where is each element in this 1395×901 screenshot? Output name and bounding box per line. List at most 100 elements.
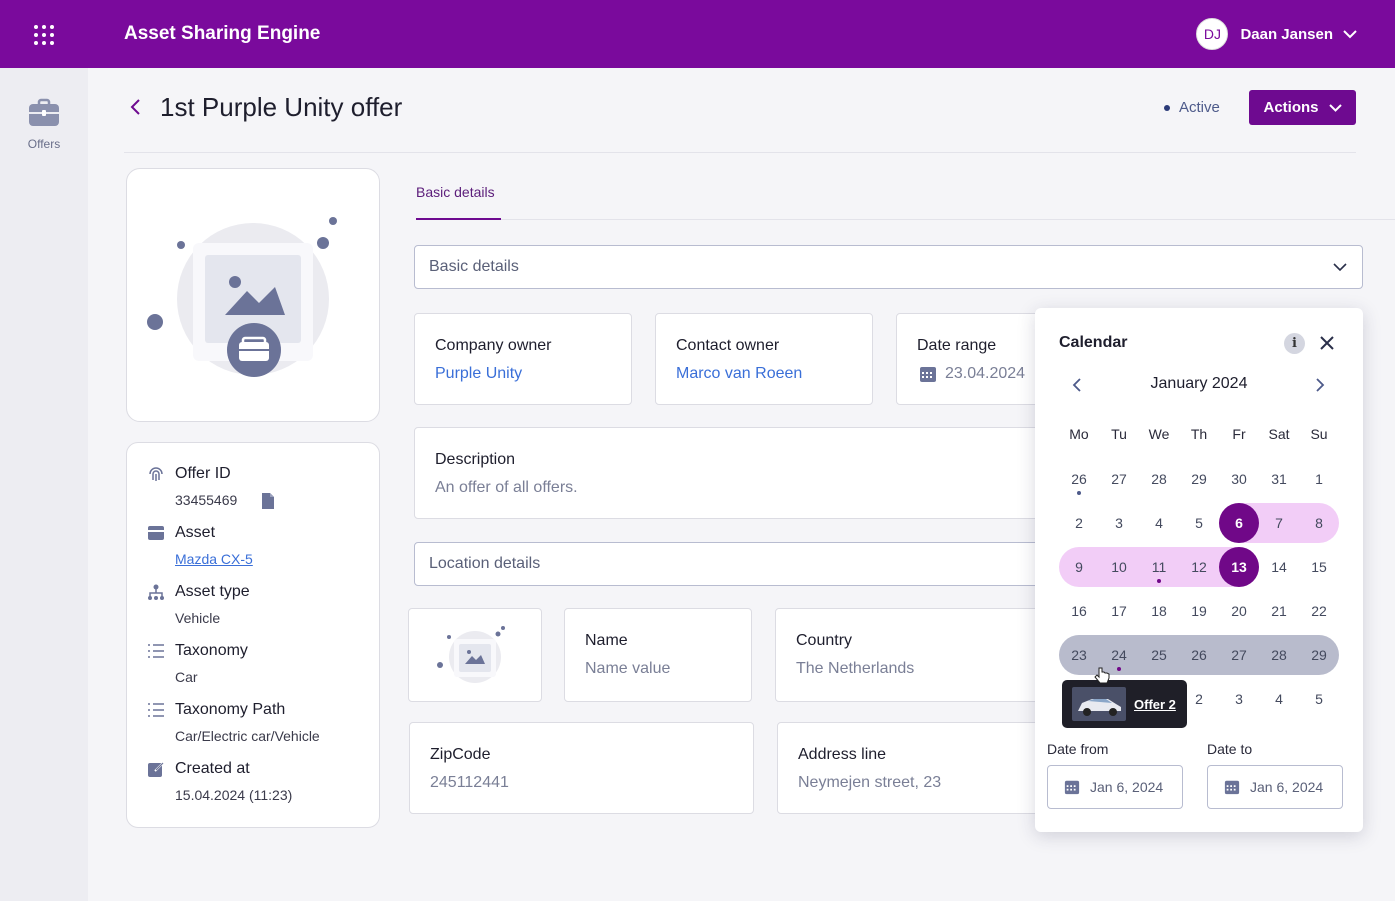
offer-image-placeholder-icon (147, 217, 337, 377)
calendar-day[interactable]: 18 (1139, 591, 1179, 631)
chevron-left-icon[interactable] (1071, 377, 1083, 393)
calendar-day-label: 9 (1075, 559, 1083, 575)
calendar-day[interactable]: 29 (1179, 459, 1219, 499)
basic-details-accordion-label: Basic details (429, 258, 519, 275)
asset-link[interactable]: Mazda CX-5 (175, 551, 253, 567)
date-to-field[interactable]: Jan 6, 2024 (1207, 765, 1343, 809)
calendar-day-label: 16 (1071, 603, 1087, 619)
calendar-title: Calendar (1059, 334, 1128, 351)
actions-button[interactable]: Actions (1249, 90, 1356, 125)
date-range-label: Date range (917, 337, 997, 354)
calendar-day[interactable]: 11 (1139, 547, 1179, 587)
calendar-day-label: 3 (1235, 691, 1243, 707)
chevron-down-icon (1343, 29, 1357, 38)
calendar-day-label: 26 (1071, 471, 1087, 487)
weekday-label: Tu (1111, 426, 1127, 442)
zipcode-label: ZipCode (430, 746, 491, 763)
calendar-day[interactable]: 26 (1059, 459, 1099, 499)
list-icon (148, 703, 164, 717)
company-owner-card: Company owner Purple Unity (414, 313, 632, 405)
calendar-day-label: 15 (1311, 559, 1327, 575)
calendar-day[interactable]: 15 (1299, 547, 1339, 587)
user-menu[interactable]: DJ Daan Jansen (1196, 18, 1357, 50)
taxonomy-value: Car (175, 669, 198, 685)
address-value: Neymejen street, 23 (798, 774, 942, 791)
calendar-day[interactable]: 7 (1259, 503, 1299, 543)
calendar-day[interactable]: 2 (1059, 503, 1099, 543)
country-value: The Netherlands (796, 660, 915, 677)
basic-details-accordion[interactable]: Basic details (414, 245, 1363, 289)
calendar-day-label: 30 (1231, 471, 1247, 487)
calendar-day[interactable]: 26 (1179, 635, 1219, 675)
calendar-day[interactable]: 10 (1099, 547, 1139, 587)
info-icon[interactable]: i (1284, 333, 1305, 354)
calendar-day[interactable]: 6 (1219, 503, 1259, 543)
asset-label: Asset (175, 524, 216, 541)
calendar-day[interactable]: 27 (1099, 459, 1139, 499)
calendar-day[interactable]: 9 (1059, 547, 1099, 587)
calendar-day[interactable]: 13 (1219, 547, 1259, 587)
date-from-field[interactable]: Jan 6, 2024 (1047, 765, 1183, 809)
calendar-day[interactable]: 5 (1299, 679, 1339, 719)
calendar-day[interactable]: 29 (1299, 635, 1339, 675)
sidebar-item-label: Offers (27, 137, 61, 151)
calendar-day[interactable]: 8 (1299, 503, 1339, 543)
calendar-day[interactable]: 4 (1259, 679, 1299, 719)
calendar-day[interactable]: 25 (1139, 635, 1179, 675)
calendar-day[interactable]: 21 (1259, 591, 1299, 631)
location-name-label: Name (585, 632, 628, 649)
tab-basic-details[interactable]: Basic details (416, 184, 495, 200)
calendar-day[interactable]: 3 (1219, 679, 1259, 719)
calendar-day[interactable]: 22 (1299, 591, 1339, 631)
calendar-day[interactable]: 3 (1099, 503, 1139, 543)
page-title: 1st Purple Unity offer (160, 92, 403, 122)
created-at-value: 15.04.2024 (11:23) (175, 787, 293, 803)
contact-owner-link[interactable]: Marco van Roeen (676, 365, 802, 383)
calendar-day[interactable]: 23 (1059, 635, 1099, 675)
description-label: Description (435, 451, 516, 468)
calendar-day[interactable]: 1 (1299, 459, 1339, 499)
calendar-day-label: 23 (1071, 647, 1087, 663)
list-icon (148, 644, 164, 658)
calendar-day-label: 12 (1191, 559, 1207, 575)
calendar-day[interactable]: 30 (1219, 459, 1259, 499)
date-to-label: Date to (1207, 741, 1253, 757)
calendar-day[interactable]: 14 (1259, 547, 1299, 587)
location-details-accordion[interactable]: Location details (414, 542, 1054, 586)
asset-icon (148, 526, 164, 540)
calendar-day-label: 21 (1271, 603, 1287, 619)
calendar-day[interactable]: 19 (1179, 591, 1219, 631)
company-owner-label: Company owner (435, 337, 552, 354)
calendar-day[interactable]: 17 (1099, 591, 1139, 631)
sidebar-item-offers[interactable]: Offers (0, 98, 88, 151)
contact-owner-card: Contact owner Marco van Roeen (655, 313, 873, 405)
chevron-down-icon (1328, 103, 1342, 112)
close-icon[interactable] (1318, 334, 1336, 352)
event-dot-icon (1077, 491, 1081, 495)
calendar-day[interactable]: 20 (1219, 591, 1259, 631)
date-range-card[interactable]: Date range 23.04.2024 (896, 313, 1056, 405)
calendar-day[interactable]: 5 (1179, 503, 1219, 543)
calendar-day[interactable]: 28 (1139, 459, 1179, 499)
location-name-value: Name value (585, 660, 671, 677)
weekday-label: We (1148, 426, 1170, 442)
user-name: Daan Jansen (1240, 25, 1333, 43)
calendar-day[interactable]: 27 (1219, 635, 1259, 675)
calendar-day[interactable]: 4 (1139, 503, 1179, 543)
calendar-day[interactable]: 28 (1259, 635, 1299, 675)
copy-icon[interactable] (260, 491, 276, 511)
company-owner-link[interactable]: Purple Unity (435, 365, 522, 383)
calendar-day-label: 5 (1315, 691, 1323, 707)
offer-tooltip[interactable]: Offer 2 (1062, 680, 1187, 728)
chevron-right-icon[interactable] (1314, 377, 1326, 393)
calendar-day[interactable]: 12 (1179, 547, 1219, 587)
country-card: Country The Netherlands (775, 608, 1054, 702)
top-bar: Asset Sharing Engine DJ Daan Jansen (0, 0, 1395, 68)
calendar-day[interactable]: 16 (1059, 591, 1099, 631)
weekday-label: Fr (1232, 426, 1246, 442)
calendar-day[interactable]: 31 (1259, 459, 1299, 499)
calendar-day-label: 4 (1275, 691, 1283, 707)
calendar-day-label: 7 (1275, 515, 1283, 531)
back-arrow-icon[interactable] (128, 96, 146, 118)
apps-grid-icon[interactable] (34, 25, 54, 45)
